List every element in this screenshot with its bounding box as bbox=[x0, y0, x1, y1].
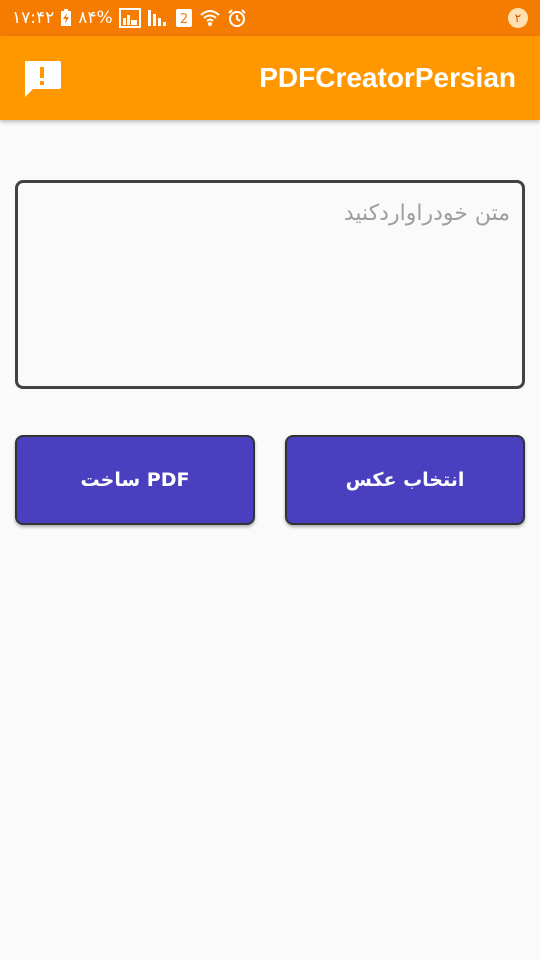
app-bar: PDFCreatorPersian bbox=[0, 36, 540, 120]
app-title: PDFCreatorPersian bbox=[259, 62, 516, 93]
battery-charging-icon bbox=[60, 9, 72, 27]
svg-text:2: 2 bbox=[180, 12, 188, 27]
notification-badge: ۲ bbox=[508, 8, 528, 28]
wifi-icon bbox=[199, 8, 221, 28]
pick-image-button[interactable]: انتخاب عکس bbox=[285, 435, 525, 525]
alarm-icon bbox=[227, 8, 247, 28]
battery-percent: ۸۴% bbox=[78, 8, 113, 28]
create-pdf-button[interactable]: ساخت PDF bbox=[15, 435, 255, 525]
status-bar-left: ۱۷:۴۲ ۸۴% 2 bbox=[12, 8, 247, 28]
status-bar-right: ۲ bbox=[508, 8, 528, 28]
signal-bars-icon bbox=[147, 8, 169, 28]
sim-icon: 2 bbox=[175, 8, 193, 28]
clock: ۱۷:۴۲ bbox=[12, 8, 55, 28]
feedback-icon bbox=[25, 61, 61, 97]
signal-icon bbox=[118, 8, 141, 28]
text-input[interactable] bbox=[15, 180, 525, 389]
status-bar: ۱۷:۴۲ ۸۴% 2 ۲ bbox=[0, 0, 540, 36]
feedback-button[interactable] bbox=[20, 56, 64, 100]
